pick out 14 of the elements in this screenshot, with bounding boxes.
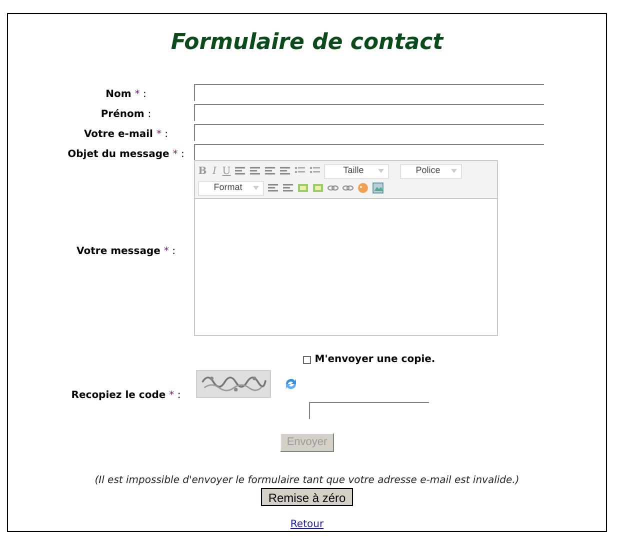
validation-note: (Il est impossible d'envoyer le formulaire tant que votre adresse e-mail est invalide.) bbox=[94, 474, 520, 488]
form-title: Formulaire de contact bbox=[170, 29, 445, 57]
field-label: Nom * : bbox=[106, 89, 146, 100]
reset-button[interactable]: Remise à zéro bbox=[261, 488, 353, 506]
checkbox-label: M'envoyer une copie. bbox=[314, 353, 436, 367]
field-label: Recopiez le code * : bbox=[71, 388, 181, 402]
field-label: Votre message * : bbox=[76, 246, 176, 257]
field-label: Votre e-mail * : bbox=[84, 129, 168, 140]
back-link[interactable]: Retour bbox=[290, 517, 324, 532]
dropdown-select[interactable]: Taille bbox=[324, 164, 389, 178]
field-label: Objet du message * : bbox=[68, 149, 184, 160]
dropdown-select[interactable]: Police bbox=[400, 164, 462, 178]
dropdown-select[interactable]: Format bbox=[198, 180, 264, 196]
field-label: Prénom : bbox=[100, 109, 152, 120]
